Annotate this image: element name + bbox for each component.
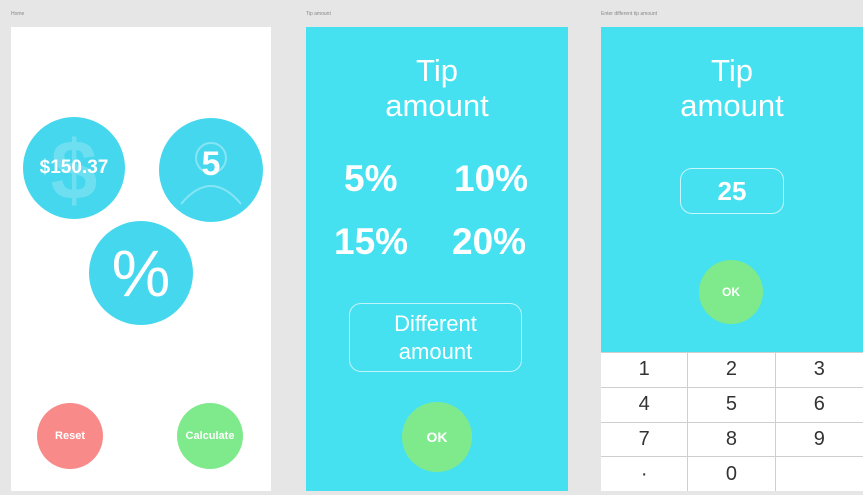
title-line-1: Tip: [416, 53, 458, 88]
key-0[interactable]: 0: [688, 456, 776, 491]
different-amount-screen: Tip amount 25 OK 1 2 3 4 5 6 7 8 9 · 0: [601, 27, 863, 491]
tip-option-10[interactable]: 10%: [454, 158, 528, 200]
key-6[interactable]: 6: [775, 386, 863, 422]
different-amount-label-line-1: Different: [394, 310, 477, 336]
key-8[interactable]: 8: [688, 421, 776, 457]
ok-label: OK: [426, 429, 448, 445]
title-line-2: amount: [385, 88, 489, 123]
bill-amount-value: $150.37: [39, 157, 109, 178]
key-7[interactable]: 7: [601, 421, 689, 457]
calculate-button[interactable]: Calculate: [177, 403, 243, 469]
tip-option-20[interactable]: 20%: [452, 221, 526, 263]
key-9[interactable]: 9: [775, 421, 863, 457]
reset-label: Reset: [55, 430, 85, 442]
people-count-bubble[interactable]: 5: [159, 118, 263, 222]
key-empty: [775, 456, 863, 491]
percent-icon: %: [111, 236, 171, 310]
tip-percent-bubble[interactable]: %: [89, 221, 193, 325]
key-3[interactable]: 3: [775, 352, 863, 387]
different-amount-button[interactable]: Different amount: [349, 303, 522, 372]
title-line-1: Tip: [711, 53, 753, 88]
title-line-2: amount: [680, 88, 784, 123]
key-4[interactable]: 4: [601, 386, 689, 422]
screen-caption-home: Home: [11, 11, 25, 17]
key-1[interactable]: 1: [601, 352, 689, 387]
different-amount-label-line-2: amount: [398, 338, 473, 364]
amount-input[interactable]: 25: [680, 168, 784, 214]
tip-amount-screen: Tip amount 5% 10% 15% 20% Different amou…: [306, 27, 568, 491]
key-2[interactable]: 2: [688, 352, 776, 387]
tip-option-5[interactable]: 5%: [344, 158, 397, 200]
calculate-label: Calculate: [185, 430, 235, 442]
ok-label: OK: [722, 285, 740, 299]
key-5[interactable]: 5: [688, 386, 776, 422]
key-decimal[interactable]: ·: [601, 456, 689, 491]
screen-caption-different-amount: Enter different tip amount: [601, 11, 658, 17]
screen-caption-tip-amount: Tip amount: [306, 11, 331, 17]
reset-button[interactable]: Reset: [37, 403, 103, 469]
ok-button[interactable]: OK: [699, 260, 763, 324]
tip-option-15[interactable]: 15%: [334, 221, 408, 263]
home-screen: $ $150.37 5 % Reset Calculate: [11, 27, 271, 491]
ok-button[interactable]: OK: [402, 402, 472, 472]
numeric-keypad: 1 2 3 4 5 6 7 8 9 · 0: [601, 352, 863, 491]
bill-amount-bubble[interactable]: $ $150.37: [23, 117, 125, 219]
people-count-value: 5: [201, 144, 221, 183]
